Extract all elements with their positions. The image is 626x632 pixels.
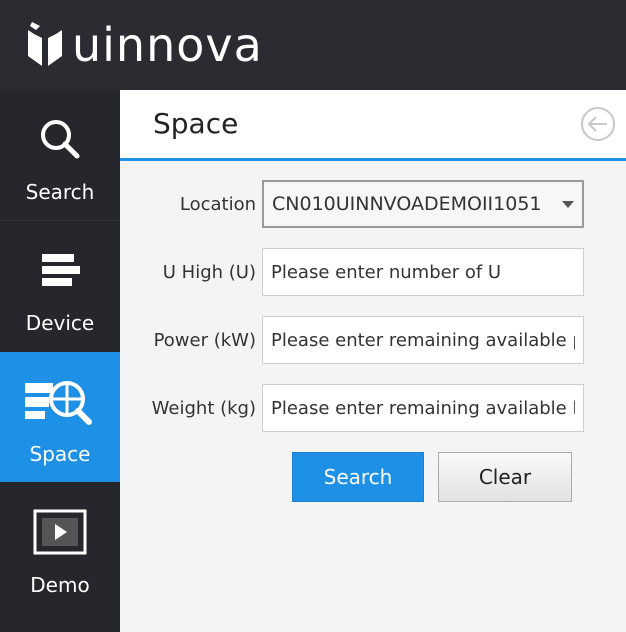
search-icon [0, 114, 120, 164]
weight-label: Weight (kg) [151, 398, 256, 419]
location-label: Location [179, 194, 256, 215]
location-select[interactable]: CN010UINNVOADEMOII1051 [262, 180, 584, 228]
brand-name: uinnova [72, 18, 263, 72]
nav-item-search[interactable]: Search [0, 90, 120, 218]
space-panel: Space Location CN010UINNVOADEMOII1051 U … [120, 90, 626, 632]
search-button[interactable]: Search [292, 452, 424, 502]
nav-label-search: Search [25, 180, 95, 204]
nav-item-space[interactable]: Space [0, 352, 120, 482]
demo-icon [0, 507, 120, 557]
sidebar: Search Device Space Demo [0, 90, 128, 632]
panel-title: Space [153, 107, 239, 140]
back-arrow-icon[interactable] [580, 106, 616, 142]
u-high-input[interactable] [262, 248, 584, 296]
u-high-row: U High (U) [120, 248, 626, 298]
u-high-label: U High (U) [162, 262, 256, 283]
weight-row: Weight (kg) [120, 384, 626, 434]
location-row: Location CN010UINNVOADEMOII1051 [120, 180, 626, 230]
nav-item-device[interactable]: Device [0, 221, 120, 349]
brand-logo[interactable]: uinnova [22, 10, 263, 80]
chevron-down-icon [562, 200, 574, 208]
power-label: Power (kW) [153, 330, 256, 351]
power-input[interactable] [262, 316, 584, 364]
space-icon [0, 376, 120, 426]
top-bar: uinnova [0, 0, 626, 90]
nav-item-demo[interactable]: Demo [0, 483, 120, 611]
uinnova-logo-icon [28, 22, 62, 66]
nav-label-space: Space [29, 442, 91, 466]
device-icon [0, 245, 120, 295]
nav-label-device: Device [25, 311, 95, 335]
location-value: CN010UINNVOADEMOII1051 [272, 193, 542, 215]
weight-input[interactable] [262, 384, 584, 432]
clear-button[interactable]: Clear [438, 452, 572, 502]
power-row: Power (kW) [120, 316, 626, 366]
panel-header: Space [120, 90, 626, 161]
nav-label-demo: Demo [30, 573, 90, 597]
